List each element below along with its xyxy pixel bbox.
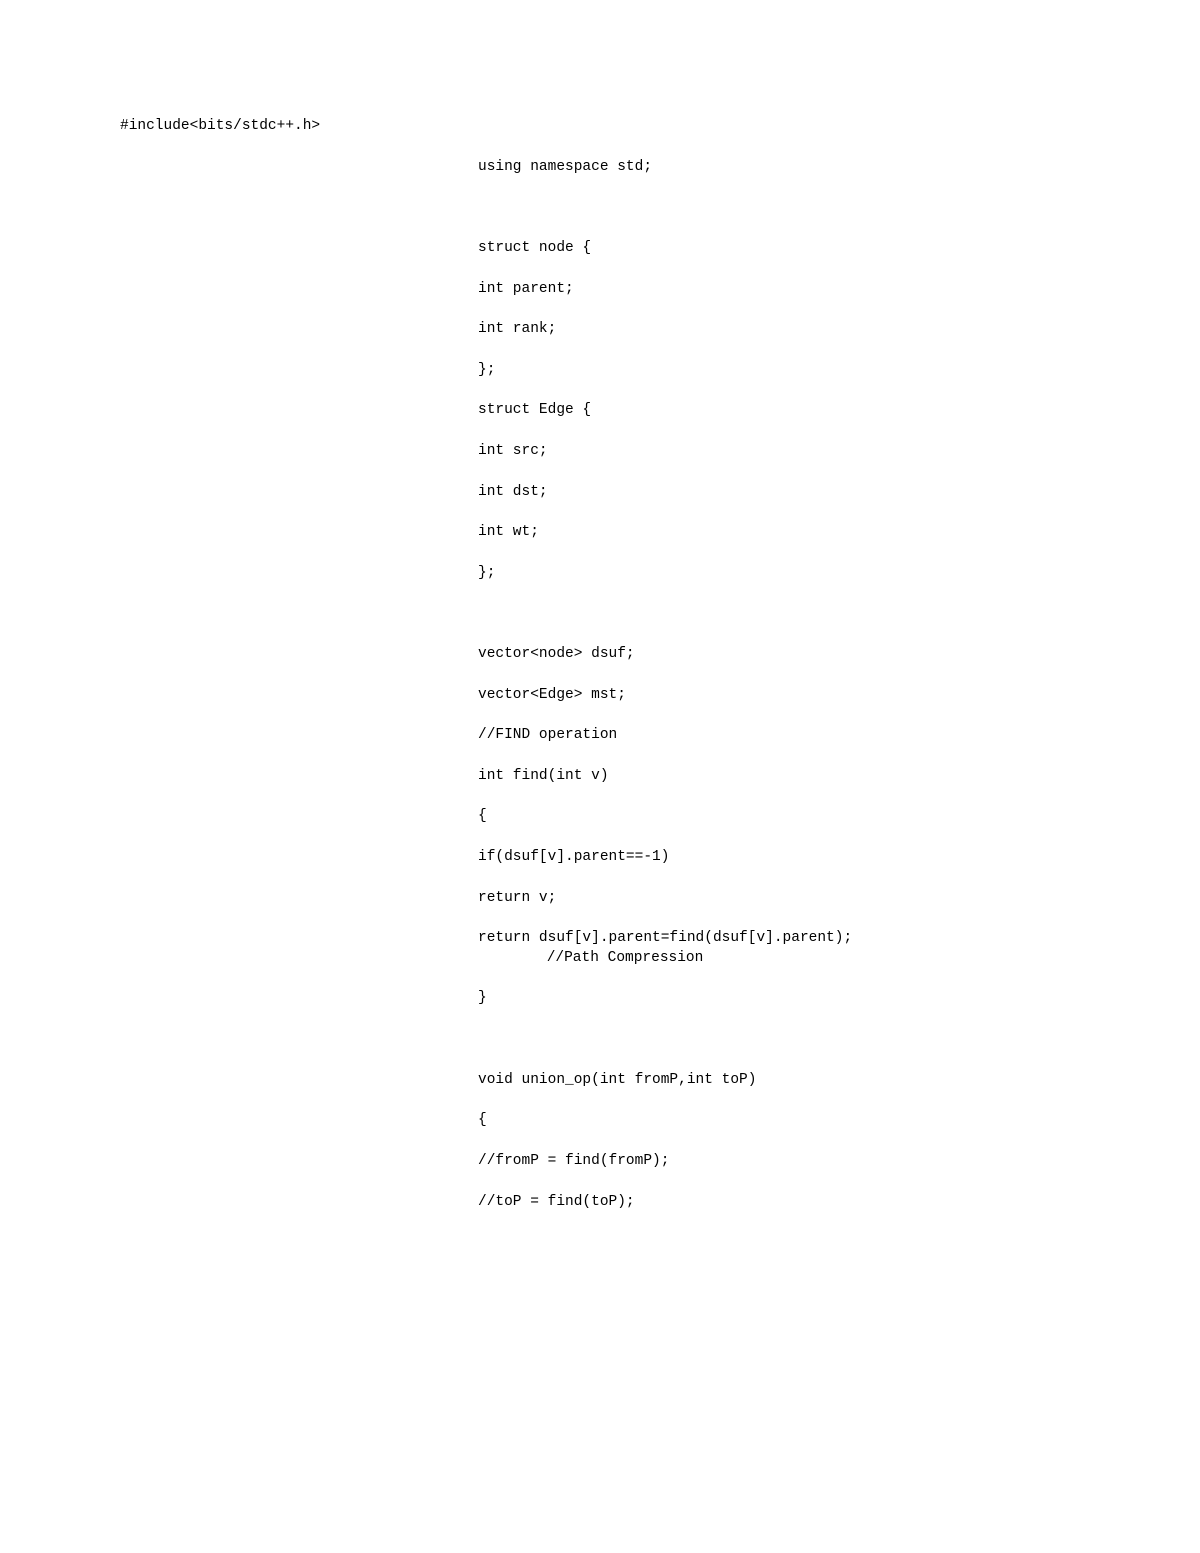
code-line: //toP = find(toP); <box>478 1193 1080 1213</box>
code-line: //FIND operation <box>478 726 1080 746</box>
code-line: vector<Edge> mst; <box>478 686 1080 706</box>
code-line: return dsuf[v].parent=find(dsuf[v].paren… <box>478 929 1080 949</box>
code-line: struct Edge { <box>478 401 1080 421</box>
code-line: vector<node> dsuf; <box>478 645 1080 665</box>
code-line: } <box>478 989 1080 1009</box>
code-line: int parent; <box>478 280 1080 300</box>
code-line: struct node { <box>478 239 1080 259</box>
code-line: { <box>478 1111 1080 1131</box>
code-line: int src; <box>478 442 1080 462</box>
code-line: //fromP = find(fromP); <box>478 1152 1080 1172</box>
code-line: #include<bits/stdc++.h> <box>120 117 1080 137</box>
code-line: }; <box>478 361 1080 381</box>
code-line: int find(int v) <box>478 767 1080 787</box>
code-line: return v; <box>478 889 1080 909</box>
code-line: }; <box>478 564 1080 584</box>
code-line: //Path Compression <box>538 949 1080 969</box>
code-line: int dst; <box>478 483 1080 503</box>
code-line: int wt; <box>478 523 1080 543</box>
code-line: { <box>478 807 1080 827</box>
code-line: int rank; <box>478 320 1080 340</box>
code-line: using namespace std; <box>478 158 1080 178</box>
code-line: if(dsuf[v].parent==-1) <box>478 848 1080 868</box>
code-line: void union_op(int fromP,int toP) <box>478 1071 1080 1091</box>
